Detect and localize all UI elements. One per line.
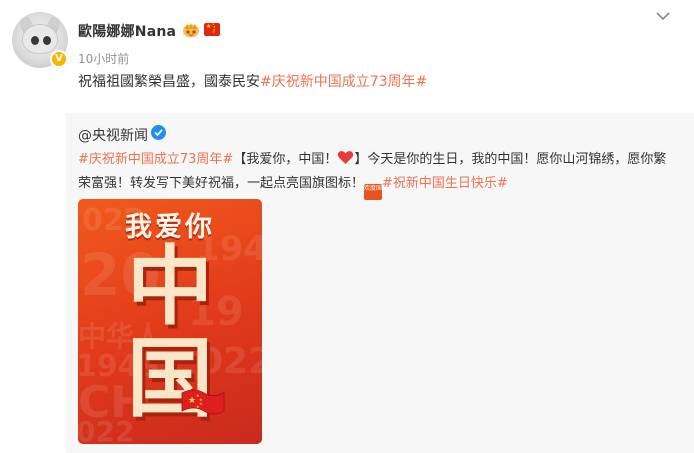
poster-image[interactable]: 022 1949 20 19 中华人 1949 022 CH 022 我爱你 中…: [78, 199, 262, 444]
reposted-content[interactable]: @央视新闻 #庆祝新中国成立73周年#【我爱你，中国！ 】今天是你的生日，我的中国…: [66, 113, 694, 453]
repost-text-segment: 【我爱你，中国！: [233, 152, 338, 167]
avatar-eye: [43, 36, 51, 45]
crown-icon: [183, 23, 199, 38]
repost-text-segment: 荣富强！转发写下美好祝福，一起点亮国旗图标！: [78, 176, 365, 191]
verified-badge: V: [50, 50, 68, 68]
repost-text-line-2: 荣富强！转发写下美好祝福，一起点亮国旗图标！欢度国庆#祝新中国生日快乐#: [78, 172, 678, 200]
hashtag-link[interactable]: #庆祝新中国成立73周年#: [260, 74, 427, 90]
poster-char: 国: [127, 329, 213, 429]
repost-text-segment: 】今天是你的生日，我的中国！愿你山河锦绣，愿你繁: [354, 152, 667, 167]
svg-text:★: ★: [188, 396, 196, 406]
repost-text-line-1: #庆祝新中国成立73周年#【我爱你，中国！ 】今天是你的生日，我的中国！愿你山河锦…: [78, 148, 678, 172]
post-time[interactable]: 10小时前: [78, 50, 129, 67]
svg-text:★: ★: [199, 401, 203, 406]
poster-char: 中: [127, 237, 213, 337]
chevron-down-icon[interactable]: [655, 10, 671, 22]
national-day-stamp-icon: 欢度国庆: [364, 184, 388, 200]
repost-author[interactable]: @央视新闻: [78, 125, 148, 145]
avatar-face: [22, 24, 58, 54]
poster-flag-icon: ★ ★ ★ ★ ★: [181, 389, 225, 415]
hashtag-link[interactable]: #祝新中国生日快乐#: [382, 176, 508, 191]
username[interactable]: 歐陽娜娜Nana: [78, 21, 176, 41]
heart-icon: [338, 151, 354, 164]
weibo-post-card: V 歐陽娜娜Nana ★ ★ ★ ★ ★ 10小时前 祝福祖國繁榮昌盛，國泰民安…: [0, 0, 694, 453]
china-flag-icon: ★ ★ ★ ★ ★: [204, 23, 220, 36]
hashtag-link[interactable]: #庆祝新中国成立73周年#: [78, 152, 233, 167]
post-text-body: 祝福祖國繁榮昌盛，國泰民安: [78, 74, 260, 90]
svg-text:★: ★: [196, 404, 200, 409]
post-text: 祝福祖國繁榮昌盛，國泰民安#庆祝新中国成立73周年#: [78, 71, 427, 91]
avatar-eye: [31, 36, 39, 45]
repost-text: #庆祝新中国成立73周年#【我爱你，中国！ 】今天是你的生日，我的中国！愿你山河锦…: [78, 148, 678, 200]
verified-icon: [151, 125, 166, 140]
